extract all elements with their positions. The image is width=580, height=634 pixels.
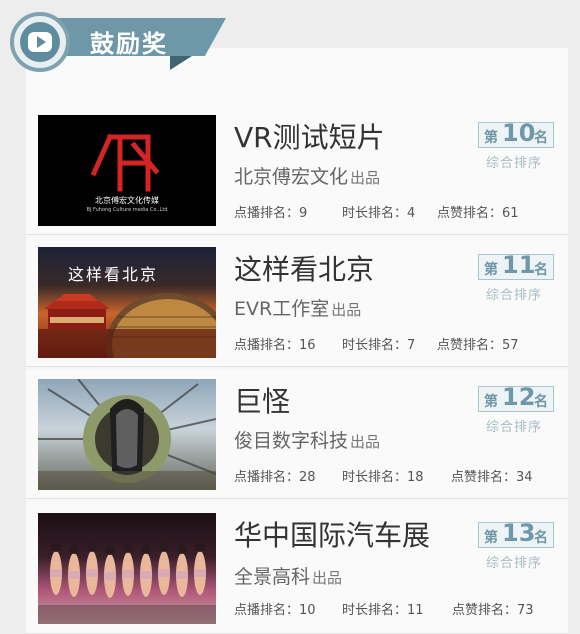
rank-number: 13 [502,519,536,547]
item-stats: 点播排名：9 时长排名：4 点赞排名：61 [234,202,544,222]
monster-scene [38,379,216,490]
thumb-caption: 这样看北京 [68,265,159,284]
stat-duration-rank: 时长排名：11 [342,603,424,618]
thumb-caption-small: BJ Fuhong Culture media Co.,Ltd [86,207,168,213]
producer-suffix: 出品 [350,169,381,187]
stat-duration-rank: 时长排名：18 [342,470,424,485]
rank-prefix: 第 [484,530,498,546]
rank-number: 10 [502,119,536,147]
producer-name: 全景高科 [234,566,311,588]
item-stats: 点播排名：28 时长排名：18 点赞排名：34 [234,466,544,486]
stat-duration-rank: 时长排名：7 [342,338,416,353]
stat-views-rank: 点播排名：28 [234,470,316,485]
rank-suffix: 名 [534,530,548,546]
section-header: 鼓励奖 [10,12,240,80]
stat-views-rank: 点播排名：10 [234,603,316,618]
stat-likes-rank: 点赞排名：57 [437,338,519,353]
item-producer: EVR工作室 出品 [234,294,361,321]
rank-badge: 第 10 名 [478,119,554,148]
item-title[interactable]: VR测试短片 [234,116,385,156]
ribbon-fold [170,56,192,70]
stat-likes-rank: 点赞排名：34 [451,470,533,485]
rank-number: 11 [502,251,536,279]
rank-badge: 第 12 名 [478,383,554,412]
stat-views-rank: 点播排名：9 [234,206,308,221]
autoshow-scene [38,542,216,624]
rank-badge: 第 13 名 [478,519,554,548]
thumb-caption: 北京傅宏文化传媒 [95,196,159,205]
rank-subtitle: 综合排序 [486,556,543,571]
producer-suffix: 出品 [350,433,381,451]
stat-duration-rank: 时长排名：4 [342,206,416,221]
rank-badge: 第 11 名 [478,251,554,280]
video-thumbnail[interactable]: 这样看北京 [38,247,216,358]
rank-suffix: 名 [534,262,548,278]
rank-suffix: 名 [534,130,548,146]
video-thumbnail[interactable] [38,513,216,624]
producer-suffix: 出品 [331,301,362,319]
item-producer: 俊目数字科技 出品 [234,426,380,453]
rank-subtitle: 综合排序 [486,156,543,171]
section-title: 鼓励奖 [90,30,168,58]
item-producer: 全景高科 出品 [234,562,342,589]
producer-name: EVR工作室 [234,298,330,320]
rank-prefix: 第 [484,394,498,410]
rank-subtitle: 综合排序 [486,420,543,435]
rank-prefix: 第 [484,262,498,278]
list-item[interactable]: 这样看北京 这样看北京 EVR工作室 出品 点播排名：16 时长排名：7 点赞排名… [26,238,568,367]
producer-suffix: 出品 [312,569,343,587]
list-item[interactable]: 华中国际汽车展 全景高科 出品 点播排名：10 时长排名：11 点赞排名：73 第… [26,502,568,634]
producer-name: 俊目数字科技 [234,430,349,452]
video-thumbnail[interactable] [38,379,216,490]
rank-suffix: 名 [534,394,548,410]
stat-views-rank: 点播排名：16 [234,338,316,353]
badge [10,12,70,72]
item-producer: 北京傅宏文化 出品 [234,162,380,189]
rank-subtitle: 综合排序 [486,288,543,303]
rank-prefix: 第 [484,130,498,146]
producer-name: 北京傅宏文化 [234,166,349,188]
list-item[interactable]: 北京傅宏文化传媒 BJ Fuhong Culture media Co.,Ltd… [26,106,568,235]
item-title[interactable]: 巨怪 [234,380,290,420]
stat-likes-rank: 点赞排名：61 [437,206,519,221]
stat-likes-rank: 点赞排名：73 [452,603,534,618]
item-title[interactable]: 华中国际汽车展 [234,514,430,554]
item-stats: 点播排名：16 时长排名：7 点赞排名：57 [234,334,544,354]
rank-number: 12 [502,383,536,411]
item-title[interactable]: 这样看北京 [234,248,374,288]
play-icon [20,22,60,62]
list-item[interactable]: 巨怪 俊目数字科技 出品 点播排名：28 时长排名：18 点赞排名：34 第 12… [26,370,568,499]
video-thumbnail[interactable]: 北京傅宏文化传媒 BJ Fuhong Culture media Co.,Ltd [38,115,216,226]
item-stats: 点播排名：10 时长排名：11 点赞排名：73 [234,599,544,619]
